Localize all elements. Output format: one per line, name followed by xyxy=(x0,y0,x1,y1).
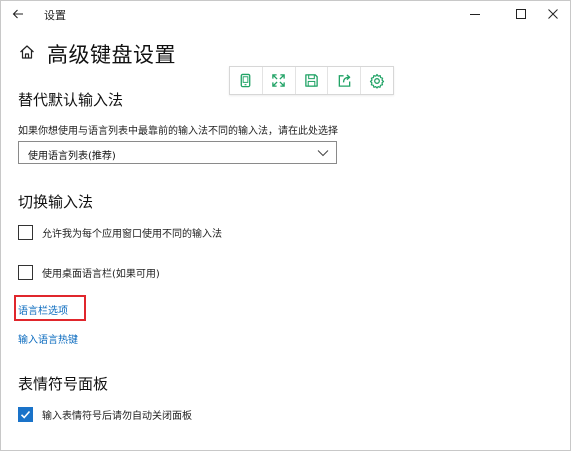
expand-icon xyxy=(272,74,285,87)
window-title: 设置 xyxy=(44,9,66,22)
override-input-heading: 替代默认输入法 xyxy=(18,91,124,109)
home-icon xyxy=(20,45,34,59)
floating-toolbar xyxy=(229,66,394,95)
minimize-button[interactable] xyxy=(457,1,493,27)
desktop-language-bar-option[interactable]: 使用桌面语言栏(如果可用) xyxy=(18,263,160,281)
input-language-hotkeys-link[interactable]: 输入语言热键 xyxy=(18,331,78,346)
checkmark-icon xyxy=(20,410,31,419)
toolbar-settings-button[interactable] xyxy=(361,67,393,94)
language-bar-options-link[interactable]: 语言栏选项 xyxy=(18,302,68,317)
per-app-input-checkbox[interactable] xyxy=(18,224,33,240)
back-button[interactable] xyxy=(5,1,31,27)
per-app-input-option[interactable]: 允许我为每个应用窗口使用不同的输入法 xyxy=(18,223,222,241)
override-input-description: 如果你想使用与语言列表中最靠前的输入法不同的输入法，请在此处选择 xyxy=(18,126,338,137)
switch-input-heading: 切换输入法 xyxy=(18,193,94,211)
settings-window: 设置 高级键盘设置 替代默认输入法 如果你想使用与语言列表中最靠前的输入法不同的… xyxy=(0,0,571,451)
maximize-icon xyxy=(516,9,526,19)
keep-emoji-panel-open-label: 输入表情符号后请勿自动关闭面板 xyxy=(42,410,192,422)
page-title: 高级键盘设置 xyxy=(47,43,176,67)
home-button[interactable] xyxy=(18,43,36,61)
toolbar-save-button[interactable] xyxy=(296,67,329,94)
minimize-icon xyxy=(470,14,480,15)
emoji-panel-heading: 表情符号面板 xyxy=(18,375,109,393)
toolbar-share-button[interactable] xyxy=(328,67,362,94)
chevron-down-icon xyxy=(317,150,329,157)
default-input-dropdown[interactable]: 使用语言列表(推荐) xyxy=(18,141,337,164)
toolbar-tablet-button[interactable] xyxy=(230,67,263,94)
per-app-input-label: 允许我为每个应用窗口使用不同的输入法 xyxy=(42,228,222,240)
share-icon xyxy=(338,74,351,87)
title-bar: 设置 xyxy=(1,1,570,27)
desktop-language-bar-label: 使用桌面语言栏(如果可用) xyxy=(42,268,160,280)
keep-emoji-panel-open-checkbox[interactable] xyxy=(18,406,33,422)
desktop-language-bar-checkbox[interactable] xyxy=(18,264,33,280)
close-icon xyxy=(548,9,558,19)
keep-emoji-panel-open-option[interactable]: 输入表情符号后请勿自动关闭面板 xyxy=(18,405,192,423)
maximize-button[interactable] xyxy=(503,1,539,27)
toolbar-expand-button[interactable] xyxy=(263,67,296,94)
close-button[interactable] xyxy=(535,1,570,27)
tablet-icon xyxy=(241,73,251,88)
back-arrow-icon xyxy=(12,9,23,19)
save-icon xyxy=(305,74,318,87)
dropdown-selected-value: 使用语言列表(推荐) xyxy=(28,151,116,162)
gear-icon xyxy=(369,73,385,89)
